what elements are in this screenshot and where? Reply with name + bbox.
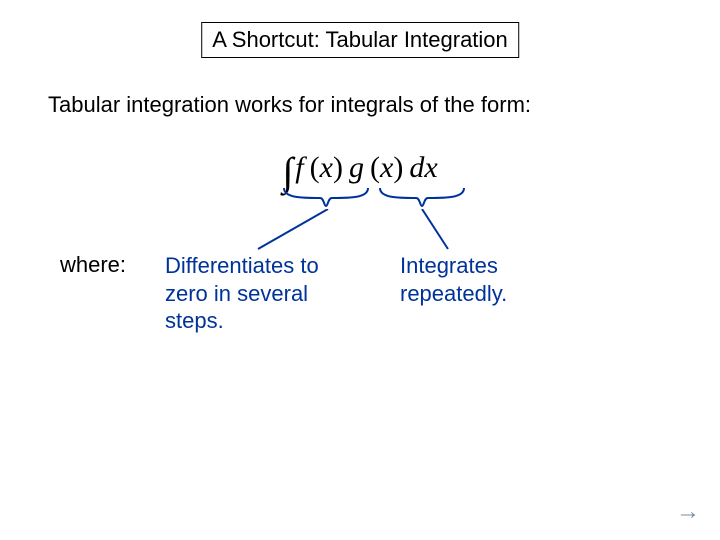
integral-sign-icon: ∫ <box>282 148 293 195</box>
note-differentiates: Differentiates to zero in several steps. <box>165 252 365 335</box>
formula-f: f <box>295 151 303 184</box>
integral-formula: ∫f (x) g (x) dx <box>282 148 437 195</box>
pointer-line-g-icon <box>418 209 452 251</box>
page-title-box: A Shortcut: Tabular Integration <box>201 22 519 58</box>
formula-x1: x <box>320 151 333 184</box>
page-title: A Shortcut: Tabular Integration <box>212 27 508 52</box>
where-label: where: <box>60 252 126 278</box>
formula-g: g <box>349 151 364 184</box>
pointer-line-f-icon <box>256 209 330 251</box>
rparen1-icon: ) <box>333 151 343 184</box>
formula-dx: dx <box>409 151 437 184</box>
next-arrow-icon[interactable]: → <box>676 498 700 526</box>
note-integrates: Integrates repeatedly. <box>400 252 580 307</box>
intro-text: Tabular integration works for integrals … <box>48 92 531 118</box>
rparen2-icon: ) <box>393 151 403 184</box>
lparen2-icon: ( <box>370 151 380 184</box>
formula-x2: x <box>380 151 393 184</box>
lparen1-icon: ( <box>310 151 320 184</box>
